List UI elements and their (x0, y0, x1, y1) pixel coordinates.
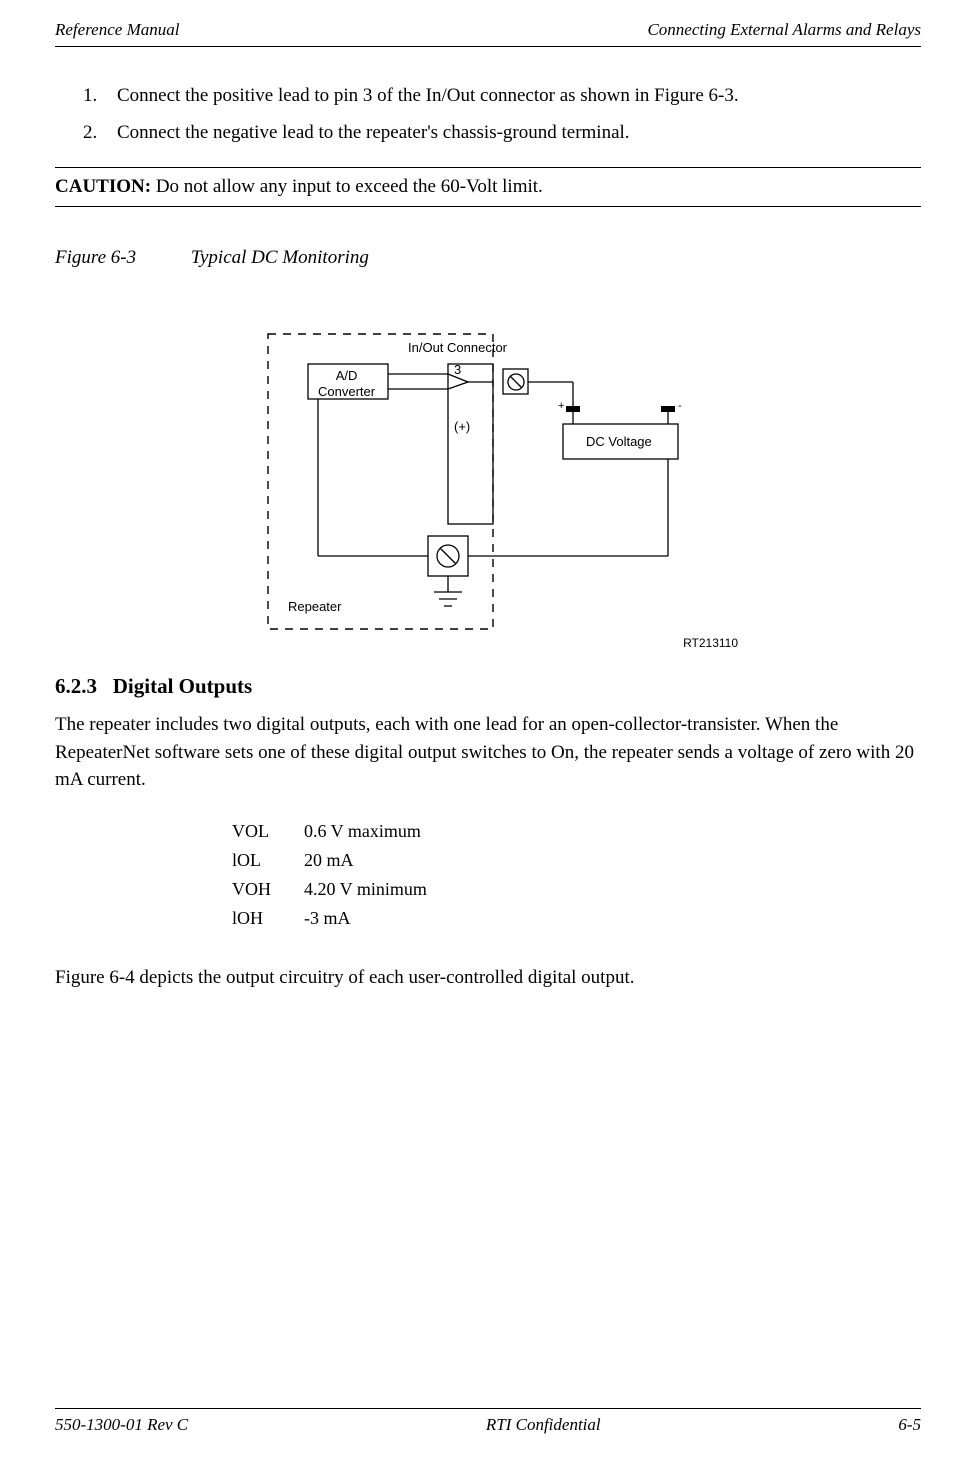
footer-right: 6-5 (898, 1415, 921, 1435)
figure-diagram: In/Out Connector A/D Converter 3 (+) + -… (258, 324, 718, 644)
converter-label: A/D Converter (318, 368, 375, 399)
step-text: Connect the negative lead to the repeate… (117, 119, 630, 148)
minus-label: - (678, 400, 682, 412)
polarity-label: (+) (454, 419, 470, 434)
spec-label: lOH (232, 905, 302, 932)
header-left: Reference Manual (55, 20, 179, 40)
list-item: 2. Connect the negative lead to the repe… (83, 119, 921, 148)
page-header: Reference Manual Connecting External Ala… (55, 20, 921, 47)
spec-label: VOH (232, 876, 302, 903)
steps-list: 1. Connect the positive lead to pin 3 of… (83, 82, 921, 147)
body-paragraph: The repeater includes two digital output… (55, 711, 921, 794)
spec-label: VOL (232, 818, 302, 845)
spec-table: VOL0.6 V maximum lOL20 mA VOH4.20 V mini… (230, 816, 429, 934)
caution-text: Do not allow any input to exceed the 60-… (151, 176, 543, 197)
table-row: lOH-3 mA (232, 905, 427, 932)
spec-value: 4.20 V minimum (304, 876, 427, 903)
table-row: lOL20 mA (232, 847, 427, 874)
figure-number: Figure 6-3 (55, 247, 136, 268)
figure-title: Typical DC Monitoring (191, 247, 369, 268)
caution-label: CAUTION: (55, 176, 151, 197)
figure-caption: Figure 6-3 Typical DC Monitoring (55, 247, 921, 269)
plus-label: + (558, 400, 564, 412)
footer-center: RTI Confidential (486, 1415, 601, 1435)
closing-paragraph: Figure 6-4 depicts the output circuitry … (55, 964, 921, 992)
spec-label: lOL (232, 847, 302, 874)
footer-left: 550-1300-01 Rev C (55, 1415, 188, 1435)
step-text: Connect the positive lead to pin 3 of th… (117, 82, 739, 111)
list-item: 1. Connect the positive lead to pin 3 of… (83, 82, 921, 111)
connector-label: In/Out Connector (408, 340, 507, 355)
dc-voltage-label: DC Voltage (586, 434, 652, 449)
spec-value: 20 mA (304, 847, 427, 874)
caution-box: CAUTION: Do not allow any input to excee… (55, 167, 921, 207)
spec-value: 0.6 V maximum (304, 818, 427, 845)
table-row: VOH4.20 V minimum (232, 876, 427, 903)
pin-label: 3 (454, 362, 461, 377)
spec-value: -3 mA (304, 905, 427, 932)
repeater-label: Repeater (288, 599, 341, 614)
step-number: 2. (83, 119, 117, 148)
section-number: 6.2.3 (55, 674, 97, 698)
step-number: 1. (83, 82, 117, 111)
page-footer: 550-1300-01 Rev C RTI Confidential 6-5 (55, 1408, 921, 1435)
section-title: Digital Outputs (113, 674, 252, 698)
section-heading: 6.2.3 Digital Outputs (55, 674, 921, 699)
table-row: VOL0.6 V maximum (232, 818, 427, 845)
figure-id: RT213110 (683, 636, 738, 650)
header-right: Connecting External Alarms and Relays (647, 20, 921, 40)
